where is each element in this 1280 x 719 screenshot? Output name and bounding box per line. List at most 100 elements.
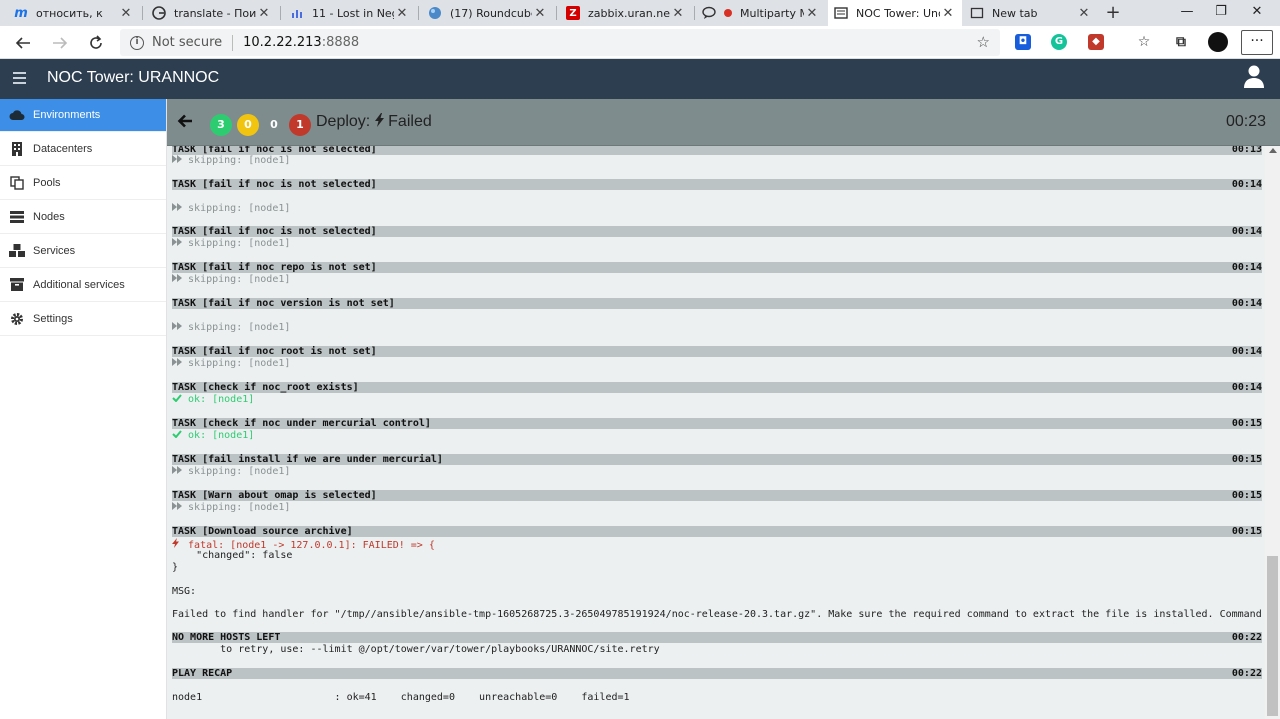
url-port: :8888	[321, 35, 360, 50]
sidebar-item-services[interactable]: Services	[0, 234, 166, 268]
task-title: TASK [fail install if we are under mercu…	[172, 454, 443, 465]
zabbix-icon: Z	[566, 6, 580, 20]
deploy-timer: 00:23	[1225, 113, 1266, 130]
log-text: ok: [node1]	[188, 430, 255, 441]
task-title: TASK [Warn about omap is selected]	[172, 490, 377, 501]
task-row: TASK [fail if noc root is not set] 00:14	[172, 346, 1262, 357]
building-icon	[9, 141, 25, 157]
sidebar-item-additional-services[interactable]: Additional services	[0, 268, 166, 302]
bitwarden-icon[interactable]: ◘	[1015, 34, 1031, 50]
settings-menu-button[interactable]: ···	[1241, 30, 1273, 55]
log-text: Failed to find handler for "/tmp//ansibl…	[172, 609, 1265, 620]
skip-line: skipping: [node1]	[172, 466, 1262, 477]
task-time: 00:15	[1231, 454, 1262, 465]
check-icon	[172, 430, 182, 441]
recording-dot-icon	[724, 9, 732, 17]
log-text: to retry, use: --limit @/opt/tower/var/t…	[172, 644, 660, 655]
sidebar-item-nodes[interactable]: Nodes	[0, 200, 166, 234]
sidebar-item-datacenters[interactable]: Datacenters	[0, 132, 166, 166]
cloud-icon	[9, 107, 25, 123]
browser-tab[interactable]: Multiparty M ✕	[696, 0, 826, 26]
browser-tab[interactable]: New tab ✕	[964, 0, 1098, 26]
newtab-icon	[970, 6, 984, 20]
browser-tab[interactable]: Z zabbix.uran.net.ua ✕	[560, 0, 692, 26]
fast-forward-icon	[172, 238, 182, 249]
log-scrollbar[interactable]	[1265, 146, 1280, 719]
ublock-icon[interactable]: ◆	[1088, 34, 1104, 50]
browser-toolbar: i Not secure 10.2.22.213 :8888 ☆ ◘ G ◆ ☆…	[0, 26, 1280, 59]
close-icon[interactable]: ✕	[394, 6, 410, 21]
deploy-title-prefix: Deploy:	[316, 113, 371, 130]
chat-icon	[702, 6, 716, 20]
scroll-up-icon[interactable]	[1269, 148, 1277, 153]
browser-tab[interactable]: (17) Roundcube W ✕	[422, 0, 554, 26]
collections-icon[interactable]: ⧉	[1173, 34, 1189, 50]
task-time: 00:14	[1231, 179, 1262, 190]
new-tab-button[interactable]: +	[1102, 2, 1124, 24]
window-close-button[interactable]: ✕	[1234, 0, 1280, 26]
scroll-thumb[interactable]	[1267, 556, 1278, 716]
close-icon[interactable]: ✕	[532, 6, 548, 21]
browser-tab[interactable]: 11 - Lost in Negril ✕	[284, 0, 416, 26]
security-label: Not secure	[152, 35, 223, 50]
deploy-title: Deploy: Failed	[316, 113, 432, 131]
globe-icon	[428, 6, 442, 20]
task-row: NO MORE HOSTS LEFT 00:22	[172, 632, 1262, 643]
fast-forward-icon	[172, 466, 182, 477]
neutral-count-badge: 0	[270, 118, 278, 131]
sidebar-item-settings[interactable]: Settings	[0, 302, 166, 336]
close-icon[interactable]: ✕	[940, 6, 956, 21]
task-row: TASK [fail if noc is not selected] 00:14	[172, 179, 1262, 190]
browser-tab[interactable]: translate - Поиск ✕	[146, 0, 278, 26]
address-bar[interactable]: i Not secure 10.2.22.213 :8888 ☆	[120, 29, 1000, 56]
fast-forward-icon	[172, 203, 182, 214]
task-row: TASK [check if noc_root exists] 00:14	[172, 382, 1262, 393]
grammarly-icon[interactable]: G	[1051, 34, 1067, 50]
task-title: TASK [fail if noc repo is not set]	[172, 262, 377, 273]
browser-tab[interactable]: m относить, к ✕	[8, 0, 140, 26]
log-text: skipping: [node1]	[188, 322, 291, 333]
deploy-status: Failed	[388, 113, 432, 130]
log-text: }	[172, 562, 179, 573]
sidebar-item-pools[interactable]: Pools	[0, 166, 166, 200]
sidebar-item-environments[interactable]: Environments	[0, 99, 166, 132]
sidebar-item-label: Pools	[33, 176, 61, 189]
close-icon[interactable]: ✕	[804, 6, 820, 21]
star-icon[interactable]: ☆	[977, 33, 990, 51]
task-time: 00:14	[1231, 346, 1262, 357]
sidebar-item-label: Services	[33, 244, 76, 257]
reload-button[interactable]	[83, 30, 109, 56]
close-icon[interactable]: ✕	[670, 6, 686, 21]
sidebar-item-label: Nodes	[33, 210, 65, 223]
back-arrow-icon[interactable]	[177, 113, 193, 129]
skip-line: skipping: [node1]	[172, 238, 1262, 249]
forward-button[interactable]	[47, 30, 73, 56]
hamburger-icon[interactable]	[13, 72, 26, 84]
close-icon[interactable]: ✕	[118, 6, 134, 21]
log-text: skipping: [node1]	[188, 358, 291, 369]
skip-line: skipping: [node1]	[172, 502, 1262, 513]
m-icon: m	[14, 5, 28, 21]
task-title: NO MORE HOSTS LEFT	[172, 632, 281, 643]
profile-avatar[interactable]	[1208, 32, 1228, 52]
task-time: 00:15	[1231, 526, 1262, 537]
google-icon	[152, 6, 166, 20]
sidebar: Environments Datacenters Pools Nodes Ser…	[0, 99, 167, 719]
app-header: NOC Tower: URANNOC	[0, 59, 1280, 99]
close-icon[interactable]: ✕	[256, 6, 272, 21]
task-time: 00:22	[1231, 632, 1262, 643]
deploy-log: TASK [fail if noc is not selected] 00:13 …	[167, 146, 1265, 719]
skip-line: skipping: [node1]	[172, 274, 1262, 285]
plain-line: "changed": false	[172, 550, 1262, 561]
browser-tab-active[interactable]: NOC Tower: Uncor ✕	[828, 0, 962, 26]
info-icon[interactable]: i	[130, 35, 144, 50]
skip-line: skipping: [node1]	[172, 155, 1262, 166]
task-title: TASK [fail if noc is not selected]	[172, 179, 377, 190]
task-title: TASK [check if noc_root exists]	[172, 382, 359, 393]
favorites-icon[interactable]: ☆	[1136, 34, 1152, 50]
user-icon[interactable]	[1244, 65, 1264, 89]
fast-forward-icon	[172, 502, 182, 513]
failed-count-badge: 1	[289, 114, 311, 136]
close-icon[interactable]: ✕	[1076, 6, 1092, 21]
back-button[interactable]	[10, 30, 36, 56]
